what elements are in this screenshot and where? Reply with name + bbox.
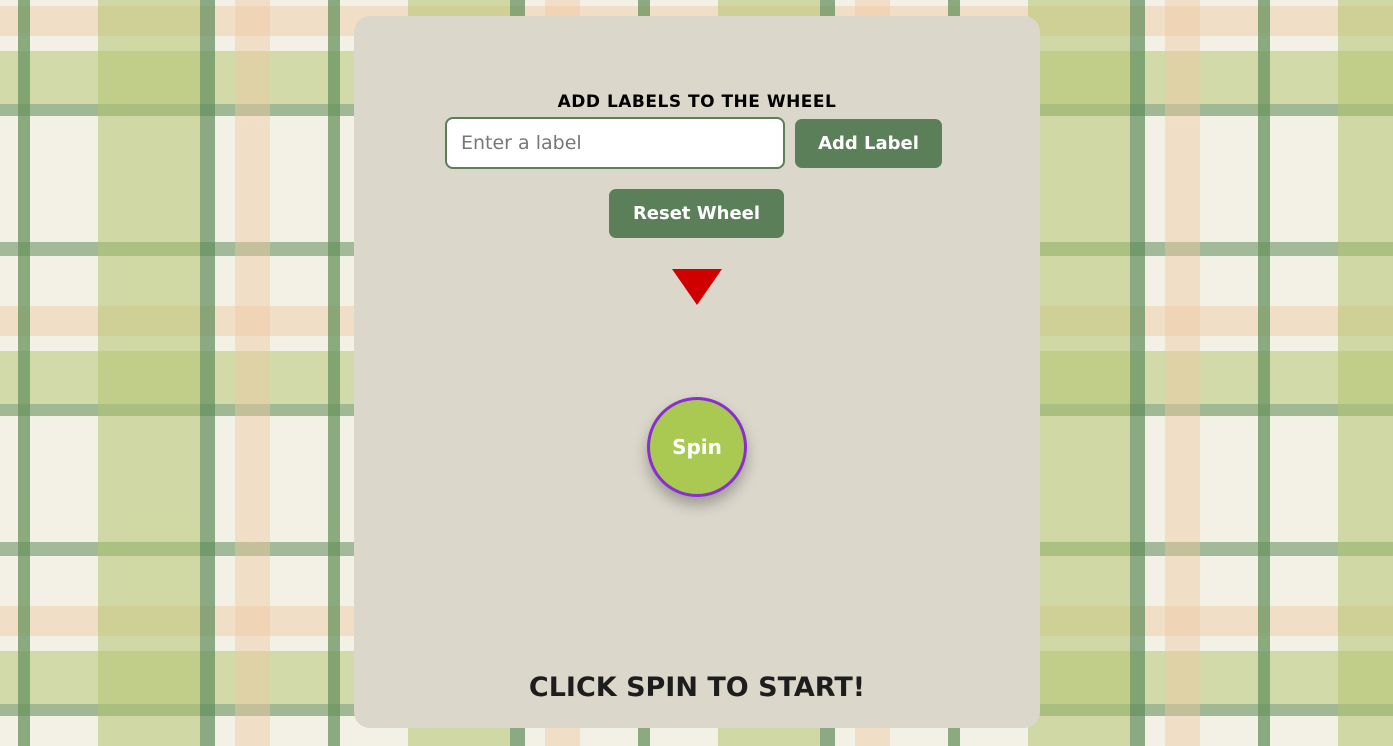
panel-heading: ADD LABELS TO THE WHEEL bbox=[557, 92, 837, 112]
wheel-panel: ADD LABELS TO THE WHEEL Add Label Reset … bbox=[354, 16, 1040, 728]
spin-button[interactable]: Spin bbox=[647, 397, 747, 497]
add-label-button[interactable]: Add Label bbox=[795, 119, 942, 168]
reset-wheel-button[interactable]: Reset Wheel bbox=[609, 189, 784, 238]
label-input[interactable] bbox=[445, 117, 785, 169]
triangle-down-icon bbox=[672, 269, 722, 305]
status-message: CLICK SPIN TO START! bbox=[528, 672, 866, 703]
